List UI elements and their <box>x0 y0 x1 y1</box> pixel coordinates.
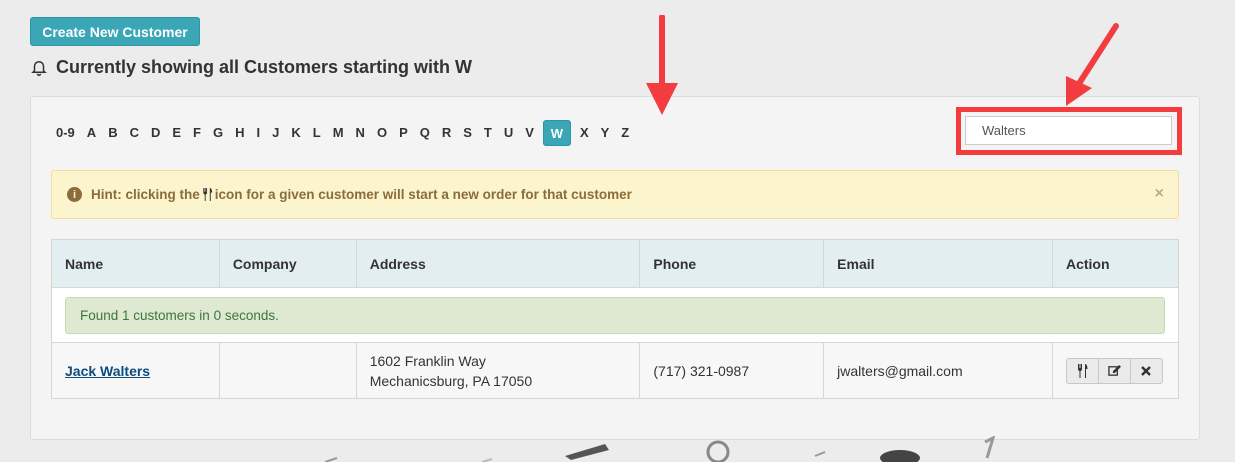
letter-filter-m[interactable]: M <box>327 120 350 146</box>
bell-icon <box>31 61 47 76</box>
action-buttons <box>1065 357 1178 384</box>
food-decoration-icons <box>324 436 996 462</box>
close-icon <box>1141 365 1152 376</box>
letter-filter-n[interactable]: N <box>350 120 371 146</box>
edit-icon <box>1108 364 1121 376</box>
table-header-row: Name Company Address Phone Email Action <box>51 239 1179 288</box>
header-action: Action <box>1052 239 1179 288</box>
customer-address: 1602 Franklin Way Mechanicsburg, PA 1705… <box>356 342 641 399</box>
letter-filter-r[interactable]: R <box>436 120 457 146</box>
letter-filter-q[interactable]: Q <box>414 120 436 146</box>
letter-filter-o[interactable]: O <box>371 120 393 146</box>
annotation-arrow-diagonal <box>1066 23 1119 106</box>
close-icon[interactable]: × <box>1155 185 1164 203</box>
letter-filter-x[interactable]: X <box>574 120 595 146</box>
letter-filter-digits[interactable]: 0-9 <box>50 120 81 146</box>
table-row: Jack Walters 1602 Franklin Way Mechanics… <box>51 342 1179 399</box>
letter-filter-l[interactable]: L <box>307 120 327 146</box>
letter-filter-b[interactable]: B <box>102 120 123 146</box>
delete-button[interactable] <box>1129 357 1163 384</box>
create-new-customer-button[interactable]: Create New Customer <box>30 17 200 46</box>
alphabet-filter: 0-9 A B C D E F G H I J K L M N O P Q R S T U V W X Y Z <box>50 118 635 148</box>
header-email[interactable]: Email <box>823 239 1053 288</box>
header-address[interactable]: Address <box>356 239 641 288</box>
letter-filter-y[interactable]: Y <box>595 120 616 146</box>
customer-name-link[interactable]: Jack Walters <box>65 363 150 379</box>
letter-filter-w[interactable]: W <box>542 120 571 146</box>
letter-filter-u[interactable]: U <box>498 120 519 146</box>
letter-filter-p[interactable]: P <box>393 120 414 146</box>
customers-table: Name Company Address Phone Email Action … <box>51 239 1179 399</box>
annotation-arrow-down <box>646 15 678 115</box>
letter-filter-i[interactable]: I <box>251 120 267 146</box>
found-message: Found 1 customers in 0 seconds. <box>65 296 1165 334</box>
cutlery-icon <box>1077 363 1088 378</box>
letter-filter-j[interactable]: J <box>266 120 285 146</box>
header-phone[interactable]: Phone <box>639 239 825 288</box>
hint-alert: i Hint: clicking the icon for a given cu… <box>51 170 1179 219</box>
customer-company <box>219 342 357 399</box>
found-message-row: Found 1 customers in 0 seconds. <box>51 287 1179 343</box>
showing-heading: Currently showing all Customers starting… <box>30 55 472 79</box>
letter-filter-c[interactable]: C <box>124 120 145 146</box>
customer-email: jwalters@gmail.com <box>823 342 1053 399</box>
letter-filter-t[interactable]: T <box>478 120 498 146</box>
new-order-button[interactable] <box>1065 357 1099 384</box>
edit-button[interactable] <box>1097 357 1131 384</box>
hint-text-before: Hint: clicking the <box>91 187 200 202</box>
letter-filter-g[interactable]: G <box>207 120 229 146</box>
showing-text: Currently showing all Customers starting… <box>56 56 473 77</box>
address-line1: 1602 Franklin Way <box>369 352 486 369</box>
search-input[interactable] <box>965 116 1172 145</box>
letter-filter-h[interactable]: H <box>229 120 250 146</box>
letter-filter-f[interactable]: F <box>187 120 207 146</box>
cutlery-icon <box>203 188 212 201</box>
header-name[interactable]: Name <box>51 239 220 288</box>
letter-filter-z[interactable]: Z <box>615 120 635 146</box>
info-icon: i <box>67 187 82 202</box>
letter-filter-e[interactable]: E <box>166 120 187 146</box>
letter-filter-s[interactable]: S <box>457 120 478 146</box>
header-company[interactable]: Company <box>219 239 357 288</box>
letter-filter-d[interactable]: D <box>145 120 166 146</box>
letter-filter-k[interactable]: K <box>285 120 306 146</box>
letter-filter-v[interactable]: V <box>519 120 540 146</box>
customer-phone: (717) 321-0987 <box>639 342 825 399</box>
hint-text-after: icon for a given customer will start a n… <box>214 187 632 202</box>
address-line2: Mechanicsburg, PA 17050 <box>369 372 533 389</box>
letter-filter-a[interactable]: A <box>81 120 102 146</box>
